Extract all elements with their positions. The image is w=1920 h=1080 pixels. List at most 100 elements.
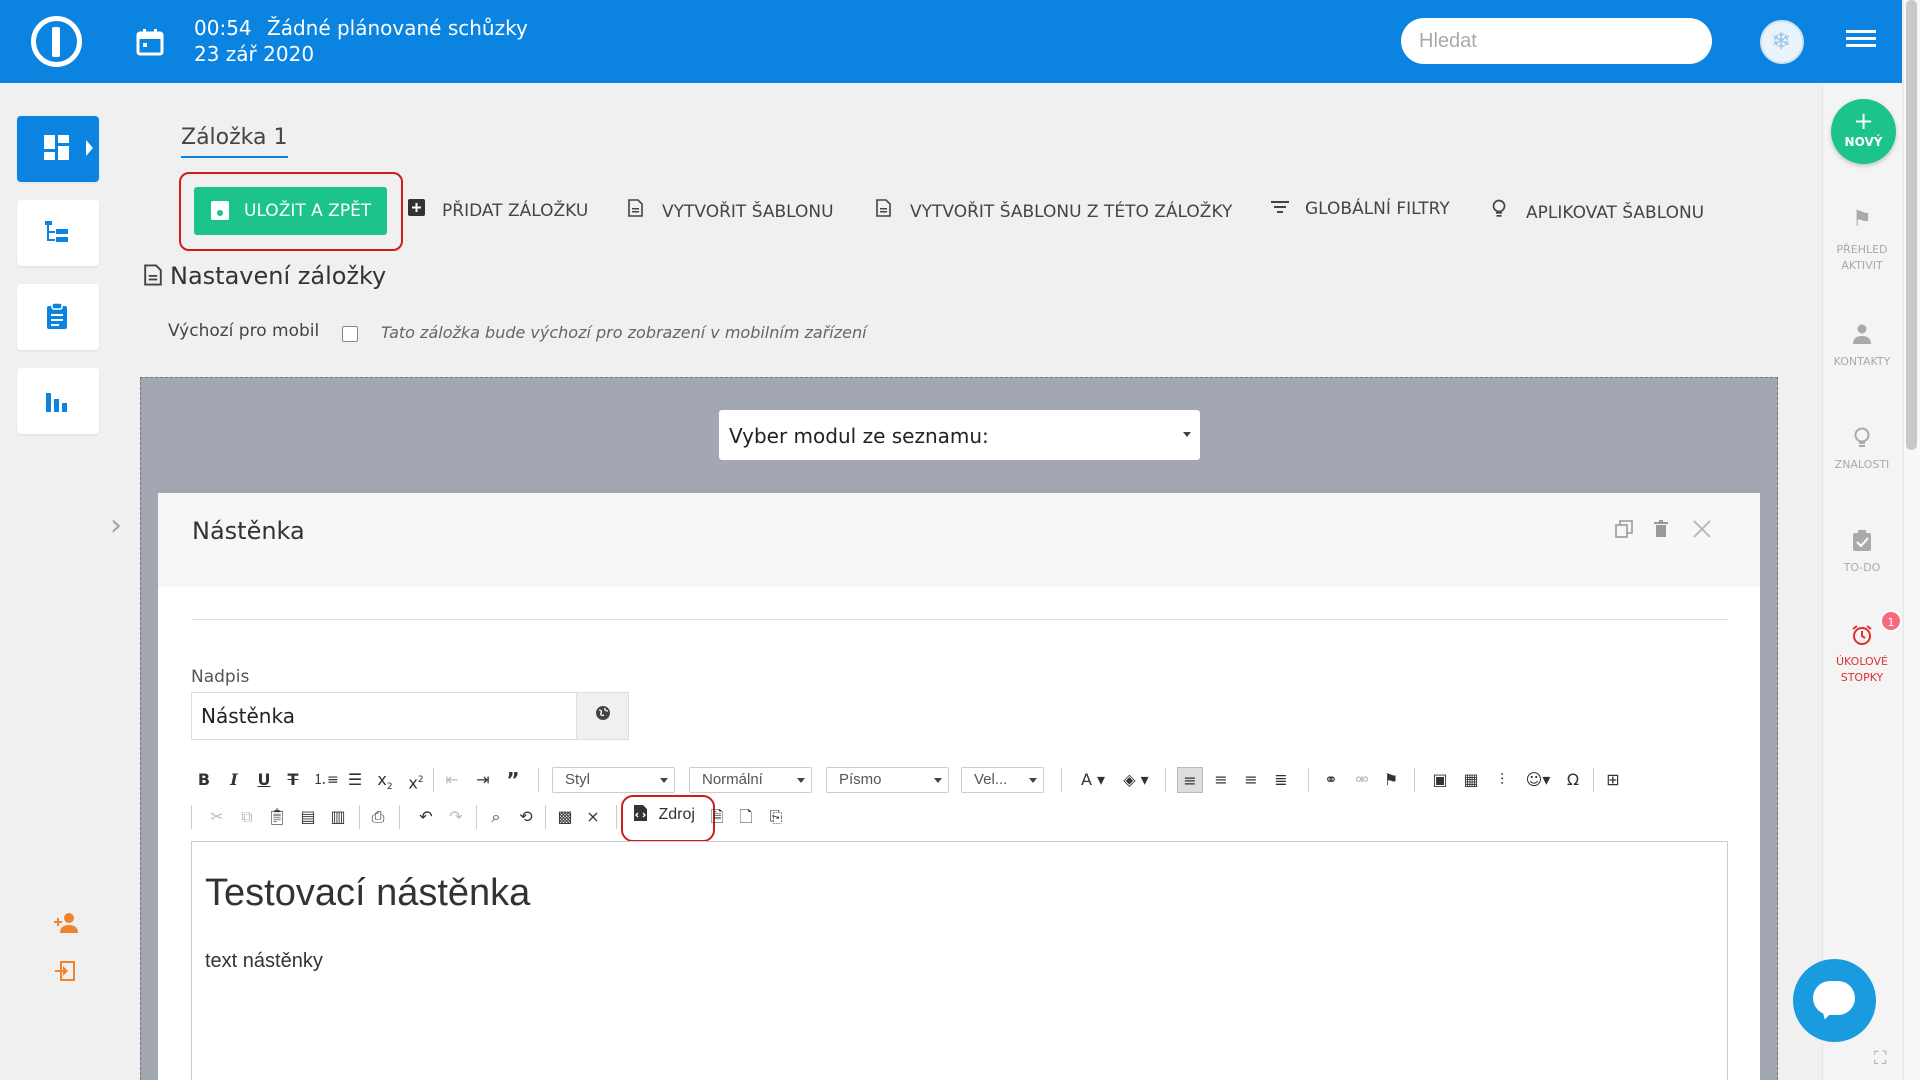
undo-icon[interactable]: ↶ (414, 804, 438, 830)
heading-input[interactable] (191, 692, 576, 740)
style-dropdown[interactable]: Styl (552, 767, 675, 793)
create-template-from-tab-button[interactable]: VYTVOŘIT ŠABLONU Z TÉTO ZÁLOŽKY (876, 199, 1232, 222)
copy-icon[interactable] (1615, 519, 1633, 543)
align-justify-icon[interactable]: ≣ (1269, 767, 1293, 793)
fullscreen-icon[interactable]: ⛶ (1874, 1048, 1887, 1069)
chevron-right-icon[interactable]: › (110, 508, 122, 543)
find-icon[interactable]: ⌕ (484, 804, 508, 830)
chevron-down-icon (934, 778, 942, 783)
sidebar-item-todo[interactable]: TO-DO (1822, 530, 1902, 576)
menu-icon[interactable] (1846, 30, 1876, 52)
tab-title[interactable]: Záložka 1 (181, 125, 288, 158)
sidebar-item-reports[interactable] (17, 368, 99, 434)
horizontal-line-icon[interactable]: ⫶ (1490, 767, 1514, 793)
select-all-icon[interactable]: ▩ (553, 804, 577, 830)
emoji-icon[interactable]: ☺▾ (1520, 767, 1556, 793)
align-center-icon[interactable]: ≡ (1209, 767, 1233, 793)
format-dropdown[interactable]: Normální (689, 767, 812, 793)
rich-text-editor[interactable]: Testovací nástěnka text nástěnky (191, 841, 1728, 1080)
mobile-default-hint: Tato záložka bude výchozí pro zobrazení … (381, 323, 867, 342)
person-icon (1822, 324, 1902, 348)
plus-square-icon (408, 199, 428, 221)
calendar-icon[interactable] (135, 27, 165, 57)
underline-button[interactable]: U (256, 767, 272, 793)
scrollbar-thumb[interactable] (1906, 0, 1917, 450)
superscript-button[interactable]: x2 (405, 767, 427, 793)
align-left-icon[interactable]: ≡ (1177, 767, 1203, 793)
unlink-icon[interactable]: ⚮ (1349, 767, 1375, 793)
templates-icon[interactable]: 🗋︎ (735, 804, 757, 830)
user-avatar[interactable] (1760, 20, 1804, 64)
link-icon[interactable]: ⚭ (1318, 767, 1344, 793)
module-card-header: Nástěnka (158, 493, 1760, 569)
size-dropdown[interactable]: Vel... (961, 767, 1044, 793)
image-icon[interactable]: ▣ (1428, 767, 1452, 793)
sidebar-item-activity[interactable]: ⚑ PŘEHLED AKTIVIT (1822, 209, 1902, 274)
chevron-down-icon (1183, 432, 1191, 437)
italic-button[interactable]: I (226, 767, 242, 793)
search-input[interactable] (1401, 18, 1712, 64)
widgets-icon[interactable]: ⊞ (1601, 767, 1625, 793)
source-button[interactable]: Zdroj (633, 804, 695, 824)
save-and-back-button[interactable]: ULOŽIT A ZPĚT (194, 187, 387, 235)
filter-icon (1271, 199, 1291, 219)
table-icon[interactable]: ▦ (1459, 767, 1483, 793)
align-right-icon[interactable]: ≡ (1239, 767, 1263, 793)
globe-icon[interactable] (576, 692, 629, 740)
text-color-icon[interactable]: A ▾ (1078, 767, 1108, 793)
hierarchy-icon (45, 221, 68, 242)
font-dropdown[interactable]: Písmo (826, 767, 949, 793)
app-logo[interactable] (31, 16, 82, 67)
module-select[interactable]: Vyber modul ze seznamu: (719, 410, 1200, 460)
new-button[interactable]: + NOVÝ (1831, 99, 1896, 164)
chevron-down-icon (797, 778, 805, 783)
numbered-list-icon[interactable]: ⒈≡ (313, 767, 339, 793)
strikethrough-button[interactable]: T (285, 767, 301, 793)
chat-bubble-icon[interactable] (1793, 959, 1876, 1042)
document-icon (876, 199, 896, 222)
indent-icon[interactable]: ⇥ (472, 767, 494, 793)
save-icon (211, 201, 229, 220)
cut-icon[interactable]: ✂ (205, 804, 229, 830)
dashboard-icon (44, 135, 69, 160)
paste-word-icon[interactable]: ▥ (326, 804, 350, 830)
bold-button[interactable]: B (196, 767, 212, 793)
paste-text-icon[interactable]: ▤ (296, 804, 320, 830)
mobile-default-checkbox[interactable] (342, 326, 358, 342)
sidebar-item-dashboard[interactable] (17, 116, 99, 182)
page-break-icon[interactable]: ⎘ (765, 804, 787, 830)
add-user-icon[interactable] (53, 912, 79, 940)
replace-icon[interactable]: ⟲ (514, 804, 538, 830)
meetings-status[interactable]: Žádné plánované schůzky (267, 16, 528, 40)
close-icon[interactable] (1692, 519, 1712, 544)
sidebar-item-timer[interactable]: ÚKOLOVÉ STOPKY (1822, 624, 1902, 686)
apply-template-button[interactable]: APLIKOVAT ŠABLONU (1492, 199, 1704, 223)
editor-paragraph[interactable]: text nástěnky (205, 950, 323, 973)
sidebar-item-knowledge[interactable]: ZNALOSTI (1822, 427, 1902, 473)
remove-format-icon[interactable]: ⨯ (581, 804, 605, 830)
paste-icon[interactable]: 📋︎ (265, 804, 289, 830)
anchor-flag-icon[interactable]: ⚑ (1380, 767, 1402, 793)
global-filters-button[interactable]: GLOBÁLNÍ FILTRY (1271, 199, 1450, 219)
redo-icon[interactable]: ↷ (444, 804, 468, 830)
create-template-button[interactable]: VYTVOŘIT ŠABLONU (628, 199, 834, 222)
sidebar-item-contacts[interactable]: KONTAKTY (1822, 324, 1902, 370)
background-color-icon[interactable]: ◈ ▾ (1119, 767, 1153, 793)
add-tab-button[interactable]: PŘIDAT ZÁLOŽKU (408, 199, 588, 221)
sidebar-item-structure[interactable] (17, 200, 99, 266)
editor-heading[interactable]: Testovací nástěnka (205, 872, 530, 915)
heading-label: Nadpis (191, 667, 250, 687)
preview-icon[interactable]: 🗎︎ (706, 804, 728, 830)
trash-icon[interactable] (1654, 519, 1668, 543)
current-time: 00:54 (194, 16, 252, 40)
bullet-list-icon[interactable]: ☰ (344, 767, 366, 793)
subscript-button[interactable]: x2 (374, 767, 396, 793)
login-icon[interactable] (53, 960, 77, 988)
outdent-icon[interactable]: ⇤ (441, 767, 463, 793)
special-char-icon[interactable]: Ω (1561, 767, 1585, 793)
module-card-title: Nástěnka (192, 517, 305, 545)
copy-icon[interactable]: ⧉ (235, 804, 259, 830)
blockquote-icon[interactable]: ” (502, 767, 524, 793)
sidebar-item-tasks[interactable] (17, 284, 99, 350)
print-icon[interactable]: ⎙ (366, 804, 390, 830)
